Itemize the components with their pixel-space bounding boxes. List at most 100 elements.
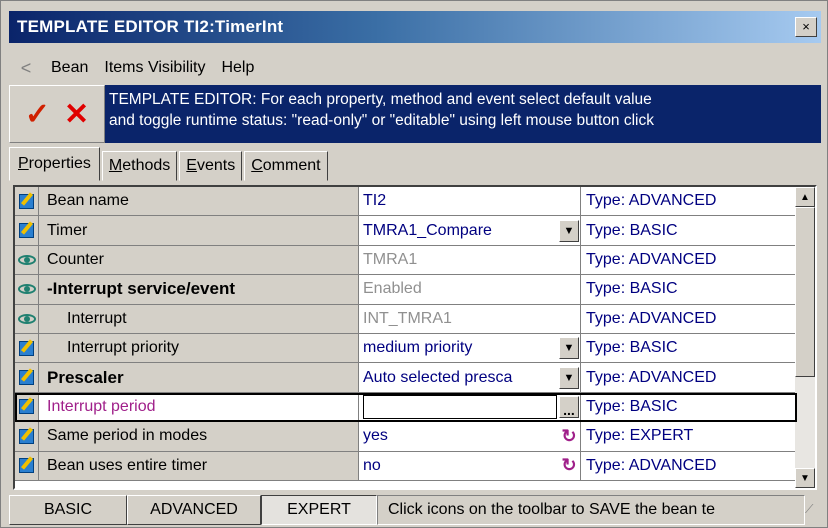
property-row[interactable]: Prescaler Auto selected presca ▼ Type: ADVA… (15, 363, 797, 393)
status-icon-cell[interactable] (15, 363, 39, 392)
edit-icon[interactable] (19, 370, 34, 386)
property-name: Bean uses entire timer (39, 451, 359, 480)
property-value[interactable]: Auto selected presca ▼ (359, 363, 581, 392)
dropdown-arrow-icon[interactable]: ▼ (559, 219, 579, 242)
property-value[interactable]: TMRA1_Compare ▼ (359, 216, 581, 245)
cycle-value-icon[interactable]: ↻ (559, 426, 579, 447)
property-row[interactable]: -Interrupt service/event Enabled Type: BAS… (15, 275, 797, 305)
tab-strip: Properties Methods Events Comment (9, 147, 821, 181)
basic-button[interactable]: BASIC (9, 495, 127, 525)
instruction-banner: TEMPLATE EDITOR: For each property, meth… (105, 85, 821, 143)
property-row[interactable]: Interrupt period... Type: BASIC (15, 392, 797, 423)
value-text: Enabled (363, 280, 422, 298)
tab-events[interactable]: Events (179, 151, 243, 181)
status-icon-cell[interactable] (15, 392, 39, 422)
property-name: Same period in modes (39, 422, 359, 451)
banner-line-2: and toggle runtime status: "read-only" o… (109, 112, 654, 129)
eye-icon[interactable] (17, 313, 36, 324)
value-text: Auto selected presca (363, 368, 513, 386)
status-icon-cell[interactable] (15, 216, 39, 245)
property-name: Interrupt period (39, 392, 359, 422)
eye-icon[interactable] (17, 284, 36, 295)
menu-items-visibility[interactable]: Items Visibility (96, 59, 213, 77)
property-type: Type: ADVANCED (581, 304, 797, 333)
property-grid: Bean name TI2 Type: ADVANCED Timer TMRA1_Com… (13, 185, 817, 490)
window-title: TEMPLATE EDITOR TI2:TimerInt (17, 17, 284, 36)
banner-line-1: TEMPLATE EDITOR: For each property, meth… (109, 91, 652, 108)
tab-methods[interactable]: Methods (101, 151, 178, 181)
value-text: yes (363, 427, 388, 445)
status-icon-cell[interactable] (15, 334, 39, 363)
value-text: TMRA1 (363, 250, 418, 268)
property-row[interactable]: Interrupt INT_TMRA1 Type: ADVANCED (15, 304, 797, 334)
status-icon-cell[interactable] (15, 304, 39, 333)
scroll-down-icon[interactable]: ▼ (795, 468, 815, 488)
property-type: Type: BASIC (581, 275, 797, 304)
menu-help[interactable]: Help (213, 59, 262, 77)
status-icon-cell[interactable] (15, 422, 39, 451)
value-text: no (363, 456, 381, 474)
property-value[interactable]: ... (359, 392, 581, 422)
property-row[interactable]: Same period in modes yes ↻ Type: EXPERT (15, 422, 797, 452)
edit-icon[interactable] (19, 340, 34, 356)
property-name: Prescaler (39, 363, 359, 392)
dropdown-arrow-icon[interactable]: ▼ (559, 366, 579, 389)
property-name: Timer (39, 216, 359, 245)
value-text: TMRA1_Compare (363, 221, 492, 239)
menu-bar: < Bean Items Visibility Help (9, 53, 821, 83)
template-editor-window: TEMPLATE EDITOR TI2:TimerInt × < Bean It… (0, 0, 828, 528)
dropdown-arrow-icon[interactable]: ▼ (559, 337, 579, 360)
property-value[interactable]: TI2 (359, 187, 581, 216)
property-value[interactable]: no ↻ (359, 451, 581, 480)
scroll-thumb[interactable] (795, 207, 815, 377)
value-edit-field[interactable] (363, 394, 557, 419)
edit-icon[interactable] (19, 458, 34, 474)
scroll-up-icon[interactable]: ▲ (795, 187, 815, 207)
status-icon-cell[interactable] (15, 451, 39, 480)
tab-properties[interactable]: Properties (9, 147, 100, 181)
property-type: Type: ADVANCED (581, 245, 797, 275)
status-message: Click icons on the toolbar to SAVE the b… (377, 495, 805, 525)
status-icon-cell[interactable] (15, 275, 39, 304)
edit-icon[interactable] (19, 428, 34, 444)
property-row[interactable]: Bean uses entire timer no ↻ Type: ADVANCED (15, 451, 797, 481)
back-arrow-icon[interactable]: < (9, 58, 43, 79)
property-value[interactable]: yes ↻ (359, 422, 581, 451)
property-type: Type: BASIC (581, 334, 797, 363)
expert-button[interactable]: EXPERT (261, 495, 377, 525)
property-type: Type: ADVANCED (581, 363, 797, 392)
edit-icon[interactable] (19, 223, 34, 239)
property-type: Type: BASIC (581, 392, 797, 422)
property-row[interactable]: Counter TMRA1 Type: ADVANCED (15, 245, 797, 276)
checkmark-icon[interactable]: ✓ (25, 97, 50, 132)
status-icon-cell[interactable] (15, 245, 39, 275)
status-icon-cell[interactable] (15, 187, 39, 216)
tab-comment[interactable]: Comment (244, 151, 328, 181)
property-name: Counter (39, 245, 359, 275)
property-row[interactable]: Timer TMRA1_Compare ▼ Type: BASIC (15, 216, 797, 246)
property-name: Bean name (39, 187, 359, 216)
resize-grip-icon[interactable]: ⟋ (805, 502, 821, 518)
ellipsis-button[interactable]: ... (559, 395, 579, 418)
toolbar-icons: ✓ ✕ (9, 85, 105, 143)
property-type: Type: EXPERT (581, 422, 797, 451)
title-bar[interactable]: TEMPLATE EDITOR TI2:TimerInt × (9, 11, 821, 43)
edit-icon[interactable] (19, 193, 34, 209)
advanced-button[interactable]: ADVANCED (127, 495, 261, 525)
property-type: Type: BASIC (581, 216, 797, 245)
property-value[interactable]: medium priority ▼ (359, 334, 581, 363)
value-text: TI2 (363, 192, 387, 210)
cross-icon[interactable]: ✕ (64, 97, 89, 132)
eye-icon[interactable] (17, 254, 36, 265)
property-row[interactable]: Interrupt priority medium priority ▼ Type: … (15, 334, 797, 364)
cycle-value-icon[interactable]: ↻ (559, 455, 579, 476)
vertical-scrollbar[interactable]: ▲ ▼ (795, 187, 815, 488)
edit-icon[interactable] (19, 399, 34, 415)
close-icon[interactable]: × (795, 17, 817, 37)
menu-bean[interactable]: Bean (43, 59, 96, 77)
property-name: Interrupt priority (39, 334, 359, 363)
property-type: Type: ADVANCED (581, 187, 797, 216)
property-value: Enabled (359, 275, 581, 304)
property-row[interactable]: Bean name TI2 Type: ADVANCED (15, 187, 797, 217)
property-type: Type: ADVANCED (581, 451, 797, 480)
